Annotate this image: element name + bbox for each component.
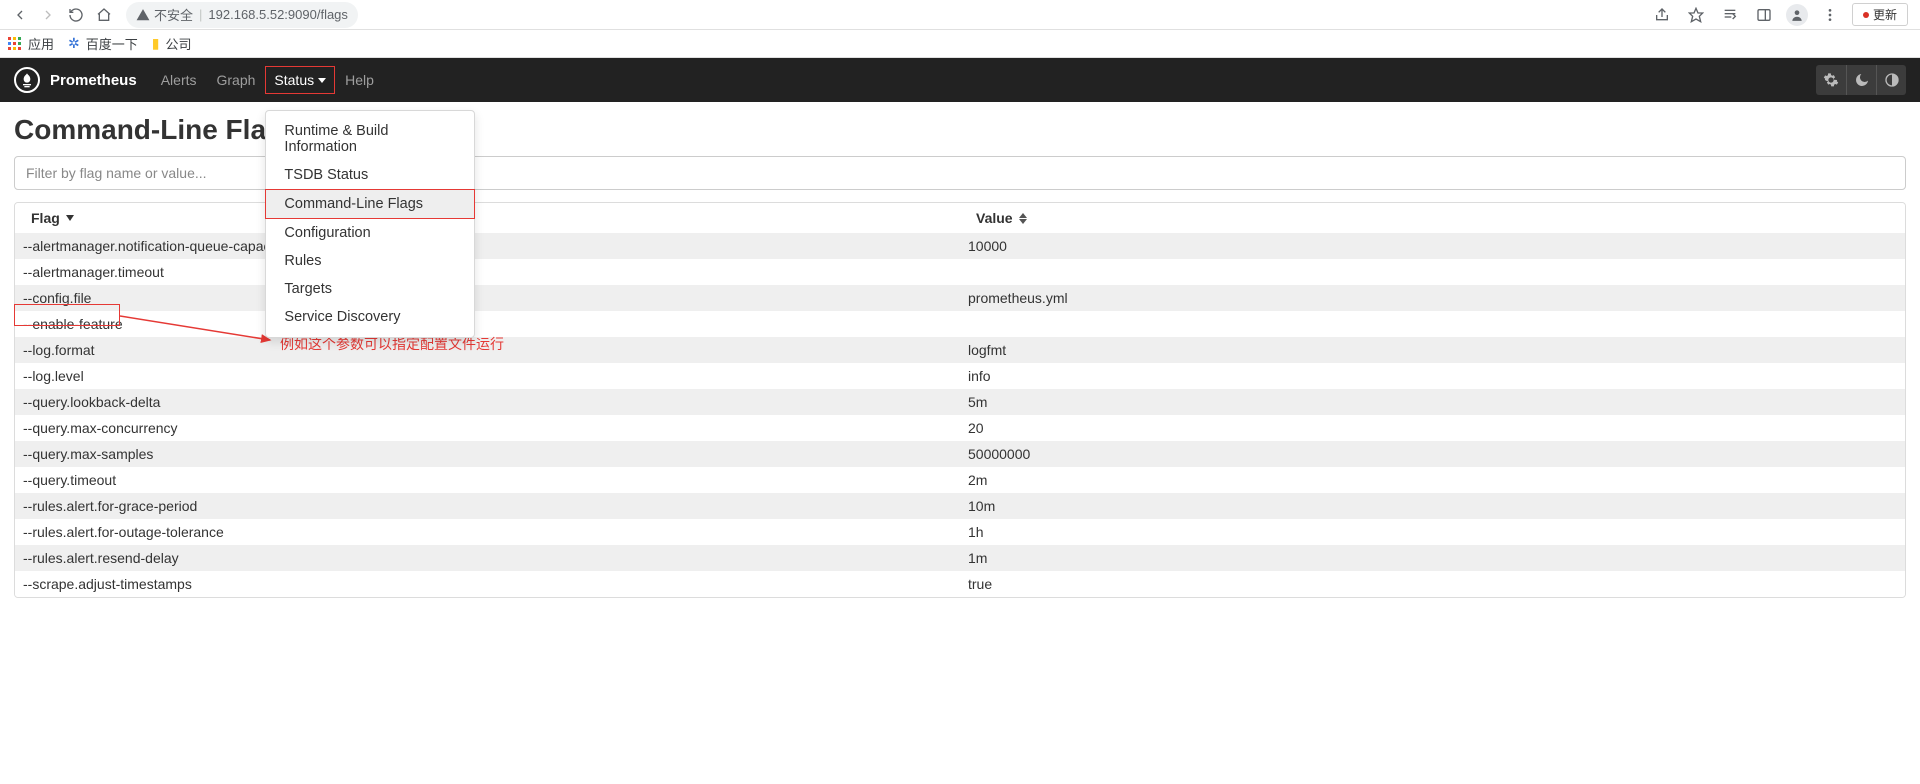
contrast-icon[interactable]	[1876, 65, 1906, 95]
omnibox-separator: |	[199, 7, 202, 22]
menu-runtime[interactable]: Runtime & Build Information	[266, 117, 474, 161]
cell-flag: --query.max-samples	[15, 441, 960, 467]
menu-sd[interactable]: Service Discovery	[266, 303, 474, 331]
prometheus-logo-icon	[14, 67, 40, 93]
url-text: 192.168.5.52:9090/flags	[208, 7, 348, 22]
apps-bookmark[interactable]: 应用	[8, 34, 54, 53]
bookmarks-bar: 应用 ✲ 百度一下 ▮ 公司	[0, 30, 1920, 58]
forward-icon[interactable]	[34, 1, 62, 29]
cell-flag: --alertmanager.timeout	[15, 259, 960, 285]
brand[interactable]: Prometheus	[14, 67, 137, 93]
status-dropdown: Runtime & Build Information TSDB Status …	[265, 110, 475, 338]
omnibox[interactable]: 不安全 | 192.168.5.52:9090/flags	[126, 2, 358, 28]
cell-flag: --rules.alert.for-grace-period	[15, 493, 960, 519]
baidu-label: 百度一下	[86, 34, 138, 53]
table-row: --query.max-concurrency20	[15, 415, 1905, 441]
caret-down-icon	[318, 78, 326, 83]
brand-text: Prometheus	[50, 72, 137, 89]
insecure-warning: 不安全	[136, 5, 193, 24]
company-bookmark[interactable]: ▮ 公司	[152, 34, 192, 53]
home-icon[interactable]	[90, 1, 118, 29]
col-value[interactable]: Value	[960, 203, 1905, 233]
apps-label: 应用	[28, 34, 54, 53]
baidu-paw-icon: ✲	[68, 35, 80, 52]
menu-config[interactable]: Configuration	[266, 219, 474, 247]
cell-value: 50000000	[960, 441, 1905, 467]
table-row: --query.lookback-delta5m	[15, 389, 1905, 415]
reload-icon[interactable]	[62, 1, 90, 29]
menu-icon[interactable]	[1818, 3, 1842, 27]
share-icon[interactable]	[1650, 3, 1674, 27]
dark-mode-icon[interactable]	[1846, 65, 1876, 95]
col-value-label: Value	[976, 210, 1013, 226]
update-button[interactable]: 更新	[1852, 3, 1908, 26]
sort-desc-icon	[66, 215, 74, 221]
table-row: --query.max-samples50000000	[15, 441, 1905, 467]
table-row: --rules.alert.resend-delay1m	[15, 545, 1905, 571]
baidu-bookmark[interactable]: ✲ 百度一下	[68, 34, 138, 53]
cell-value: info	[960, 363, 1905, 389]
prometheus-navbar: Prometheus Alerts Graph Status Runtime &…	[0, 58, 1920, 102]
cell-value: 20	[960, 415, 1905, 441]
cell-value: 5m	[960, 389, 1905, 415]
update-label: 更新	[1873, 6, 1897, 23]
cell-value	[960, 311, 1905, 337]
col-flag-label: Flag	[31, 210, 60, 226]
cell-flag: --rules.alert.for-outage-tolerance	[15, 519, 960, 545]
update-dot-icon	[1863, 12, 1869, 18]
nav-help[interactable]: Help	[335, 58, 384, 102]
cell-value: 10000	[960, 233, 1905, 259]
browser-toolbar: 不安全 | 192.168.5.52:9090/flags 更新	[0, 0, 1920, 30]
nav-status[interactable]: Status	[265, 66, 335, 94]
cell-flag: --config.file	[15, 285, 960, 311]
table-row: --log.levelinfo	[15, 363, 1905, 389]
folder-icon: ▮	[152, 35, 160, 52]
cell-flag: --rules.alert.resend-delay	[15, 545, 960, 571]
table-row: --query.timeout2m	[15, 467, 1905, 493]
menu-targets[interactable]: Targets	[266, 275, 474, 303]
table-row: --rules.alert.for-outage-tolerance1h	[15, 519, 1905, 545]
menu-tsdb[interactable]: TSDB Status	[266, 161, 474, 189]
company-label: 公司	[165, 34, 191, 53]
sort-both-icon	[1019, 213, 1027, 224]
reading-list-icon[interactable]	[1718, 3, 1742, 27]
nav-status-label: Status	[274, 72, 314, 88]
apps-grid-icon	[8, 37, 22, 51]
profile-avatar-icon[interactable]	[1786, 4, 1808, 26]
cell-value: 2m	[960, 467, 1905, 493]
cell-value: true	[960, 571, 1905, 597]
navbar-right-tools	[1816, 65, 1906, 95]
cell-value: 1h	[960, 519, 1905, 545]
cell-flag: --query.timeout	[15, 467, 960, 493]
insecure-label: 不安全	[154, 5, 193, 24]
cell-flag: --query.lookback-delta	[15, 389, 960, 415]
side-panel-icon[interactable]	[1752, 3, 1776, 27]
cell-flag: --query.max-concurrency	[15, 415, 960, 441]
star-icon[interactable]	[1684, 3, 1708, 27]
cell-value: 1m	[960, 545, 1905, 571]
browser-right-controls: 更新	[1650, 3, 1914, 27]
nav-alerts[interactable]: Alerts	[151, 58, 207, 102]
cell-value: prometheus.yml	[960, 285, 1905, 311]
cell-flag: --scrape.adjust-timestamps	[15, 571, 960, 597]
back-icon[interactable]	[6, 1, 34, 29]
settings-icon[interactable]	[1816, 65, 1846, 95]
nav-graph[interactable]: Graph	[207, 58, 266, 102]
cell-flag: --alertmanager.notification-queue-capaci…	[15, 233, 960, 259]
menu-flags[interactable]: Command-Line Flags	[265, 189, 475, 219]
col-flag[interactable]: Flag	[15, 203, 960, 233]
table-row: --rules.alert.for-grace-period10m	[15, 493, 1905, 519]
table-row: --scrape.adjust-timestampstrue	[15, 571, 1905, 597]
cell-value	[960, 259, 1905, 285]
cell-value: logfmt	[960, 337, 1905, 363]
cell-flag: --log.level	[15, 363, 960, 389]
menu-rules[interactable]: Rules	[266, 247, 474, 275]
cell-value: 10m	[960, 493, 1905, 519]
